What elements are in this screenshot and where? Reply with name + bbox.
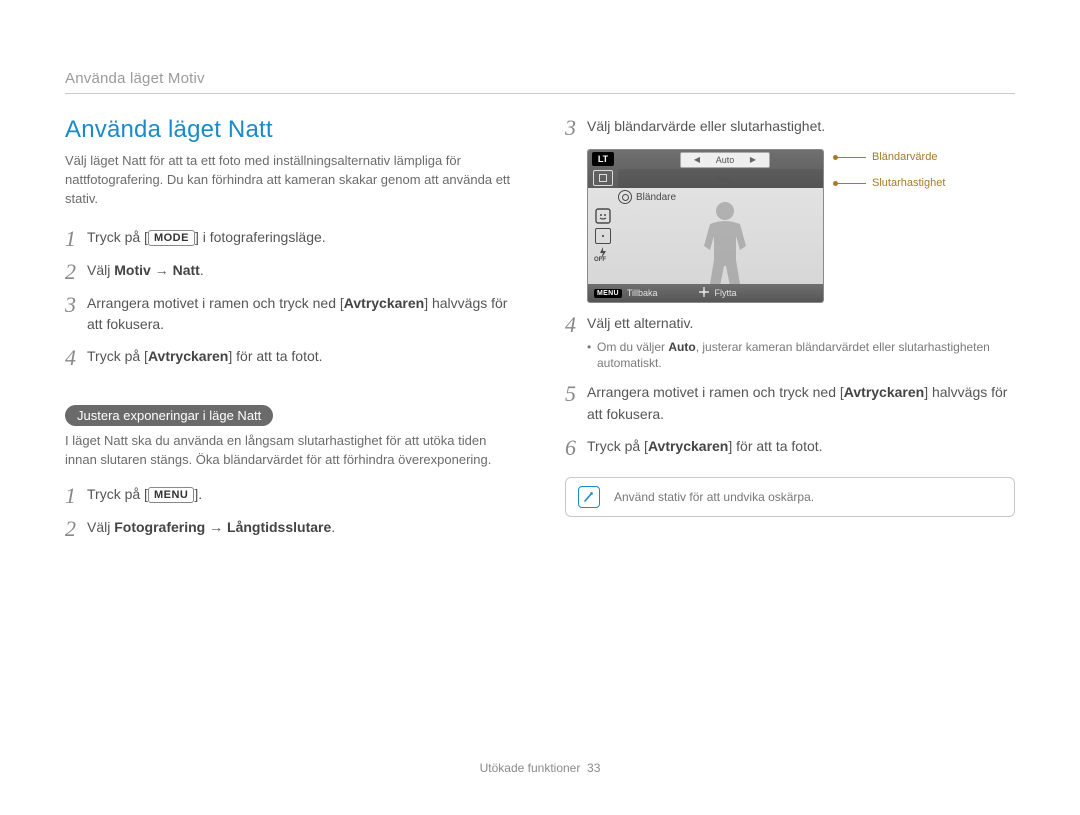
step-c5: 5 Arrangera motivet i ramen och tryck ne… <box>565 382 1015 425</box>
step-number: 5 <box>565 383 587 405</box>
header-divider <box>65 93 1015 94</box>
nav-icon <box>698 286 710 300</box>
step-c3: 3 Välj bländarvärde eller slutarhastighe… <box>565 116 1015 139</box>
note-text: Använd stativ för att undvika oskärpa. <box>614 490 814 504</box>
subsection-description: I läget Natt ska du använda en långsam s… <box>65 432 515 470</box>
step-text: Arrangera motivet i ramen och tryck ned … <box>87 293 515 336</box>
step-b2: 2 Välj Fotografering → Långtidsslutare. <box>65 517 515 540</box>
section-title: Använda läget Natt <box>65 116 515 144</box>
left-column: Använda läget Natt Välj läget Natt för a… <box>65 116 515 761</box>
selector-value: Auto <box>711 155 739 165</box>
step-text: Välj bländarvärde eller slutarhastighet. <box>587 116 1015 138</box>
step-3: 3 Arrangera motivet i ramen och tryck ne… <box>65 293 515 336</box>
subject-silhouette <box>680 196 770 296</box>
flash-off-icon: OFF <box>594 248 606 254</box>
info-icon <box>578 486 600 508</box>
face-detection-icon <box>595 208 611 224</box>
step-text: Tryck på [MENU]. <box>87 484 515 506</box>
step-c4: 4 Välj ett alternativ. Om du väljer Auto… <box>565 313 1015 372</box>
step-number: 2 <box>65 261 87 283</box>
step-number: 3 <box>565 117 587 139</box>
manual-page: Använda läget Motiv Använda läget Natt V… <box>0 0 1080 815</box>
lcd-row-aperture-value: ◀ Auto ▶ <box>618 150 823 169</box>
camera-lcd: LT ◀ Auto ▶ Auto <box>587 149 824 303</box>
step-2: 2 Välj Motiv → Natt. <box>65 260 515 283</box>
callout-aperture: Bländarvärde <box>836 151 945 163</box>
lt-badge: LT <box>592 152 614 166</box>
lcd-bottom-bar: MENU Tillbaka Flytta <box>588 284 823 302</box>
step-4: 4 Tryck på [Avtryckaren] för att ta foto… <box>65 346 515 369</box>
step-number: 1 <box>65 485 87 507</box>
chevron-right-icon: ▶ <box>739 155 767 164</box>
shutter-value: Auto <box>711 174 739 184</box>
running-header: Använda läget Motiv <box>65 70 1015 87</box>
value-display: Auto <box>680 171 770 187</box>
step-number: 1 <box>65 228 87 250</box>
callout-shutter: Slutarhastighet <box>836 177 945 189</box>
step-text: Tryck på [Avtryckaren] för att ta fotot. <box>87 346 515 368</box>
mode-button-label: MODE <box>148 230 195 246</box>
step-note: Om du väljer Auto, justerar kameran blän… <box>587 339 1015 373</box>
value-selector: ◀ Auto ▶ <box>680 152 770 168</box>
step-text: Arrangera motivet i ramen och tryck ned … <box>587 382 1015 425</box>
step-number: 4 <box>65 347 87 369</box>
resolution-icon <box>593 170 613 186</box>
step-text: Välj Fotografering → Långtidsslutare. <box>87 517 515 539</box>
af-point-icon <box>595 228 611 244</box>
subsection-pill: Justera exponeringar i läge Natt <box>65 405 273 426</box>
step-number: 6 <box>565 437 587 459</box>
back-label: Tillbaka <box>627 288 658 298</box>
step-b1: 1 Tryck på [MENU]. <box>65 484 515 507</box>
step-number: 4 <box>565 314 587 336</box>
right-column: 3 Välj bländarvärde eller slutarhastighe… <box>565 116 1015 761</box>
info-note: Använd stativ för att undvika oskärpa. <box>565 477 1015 517</box>
chevron-left-icon: ◀ <box>683 155 711 164</box>
steps-c: 3 Välj bländarvärde eller slutarhastighe… <box>565 116 1015 459</box>
step-1: 1 Tryck på [MODE] i fotograferingsläge. <box>65 227 515 250</box>
step-text: Tryck på [MODE] i fotograferingsläge. <box>87 227 515 249</box>
step-text: Tryck på [Avtryckaren] för att ta fotot. <box>587 436 1015 458</box>
two-column-layout: Använda läget Natt Välj läget Natt för a… <box>65 116 1015 761</box>
lcd-row-shutter-value: Auto <box>618 169 823 188</box>
step-text: Välj Motiv → Natt. <box>87 260 515 282</box>
menu-chip: MENU <box>594 289 622 298</box>
move-label: Flytta <box>715 288 737 298</box>
steps-a: 1 Tryck på [MODE] i fotograferingsläge. … <box>65 227 515 369</box>
step-number: 2 <box>65 518 87 540</box>
footer-section: Utökade funktioner <box>480 761 581 775</box>
step-text: Välj ett alternativ. Om du väljer Auto, … <box>587 313 1015 372</box>
aperture-label: Bländare <box>618 190 676 204</box>
page-footer: Utökade funktioner 33 <box>65 761 1015 775</box>
camera-screen-wrapper: LT ◀ Auto ▶ Auto <box>587 149 1015 303</box>
footer-page-number: 33 <box>587 761 600 775</box>
step-number: 3 <box>65 294 87 316</box>
menu-button-label: MENU <box>148 487 194 503</box>
aperture-icon <box>618 190 632 204</box>
step-c6: 6 Tryck på [Avtryckaren] för att ta foto… <box>565 436 1015 459</box>
intro-paragraph: Välj läget Natt för att ta ett foto med … <box>65 152 515 209</box>
steps-b: 1 Tryck på [MENU]. 2 Välj Fotografering … <box>65 484 515 540</box>
callout-labels: Bländarvärde Slutarhastighet <box>836 149 945 189</box>
